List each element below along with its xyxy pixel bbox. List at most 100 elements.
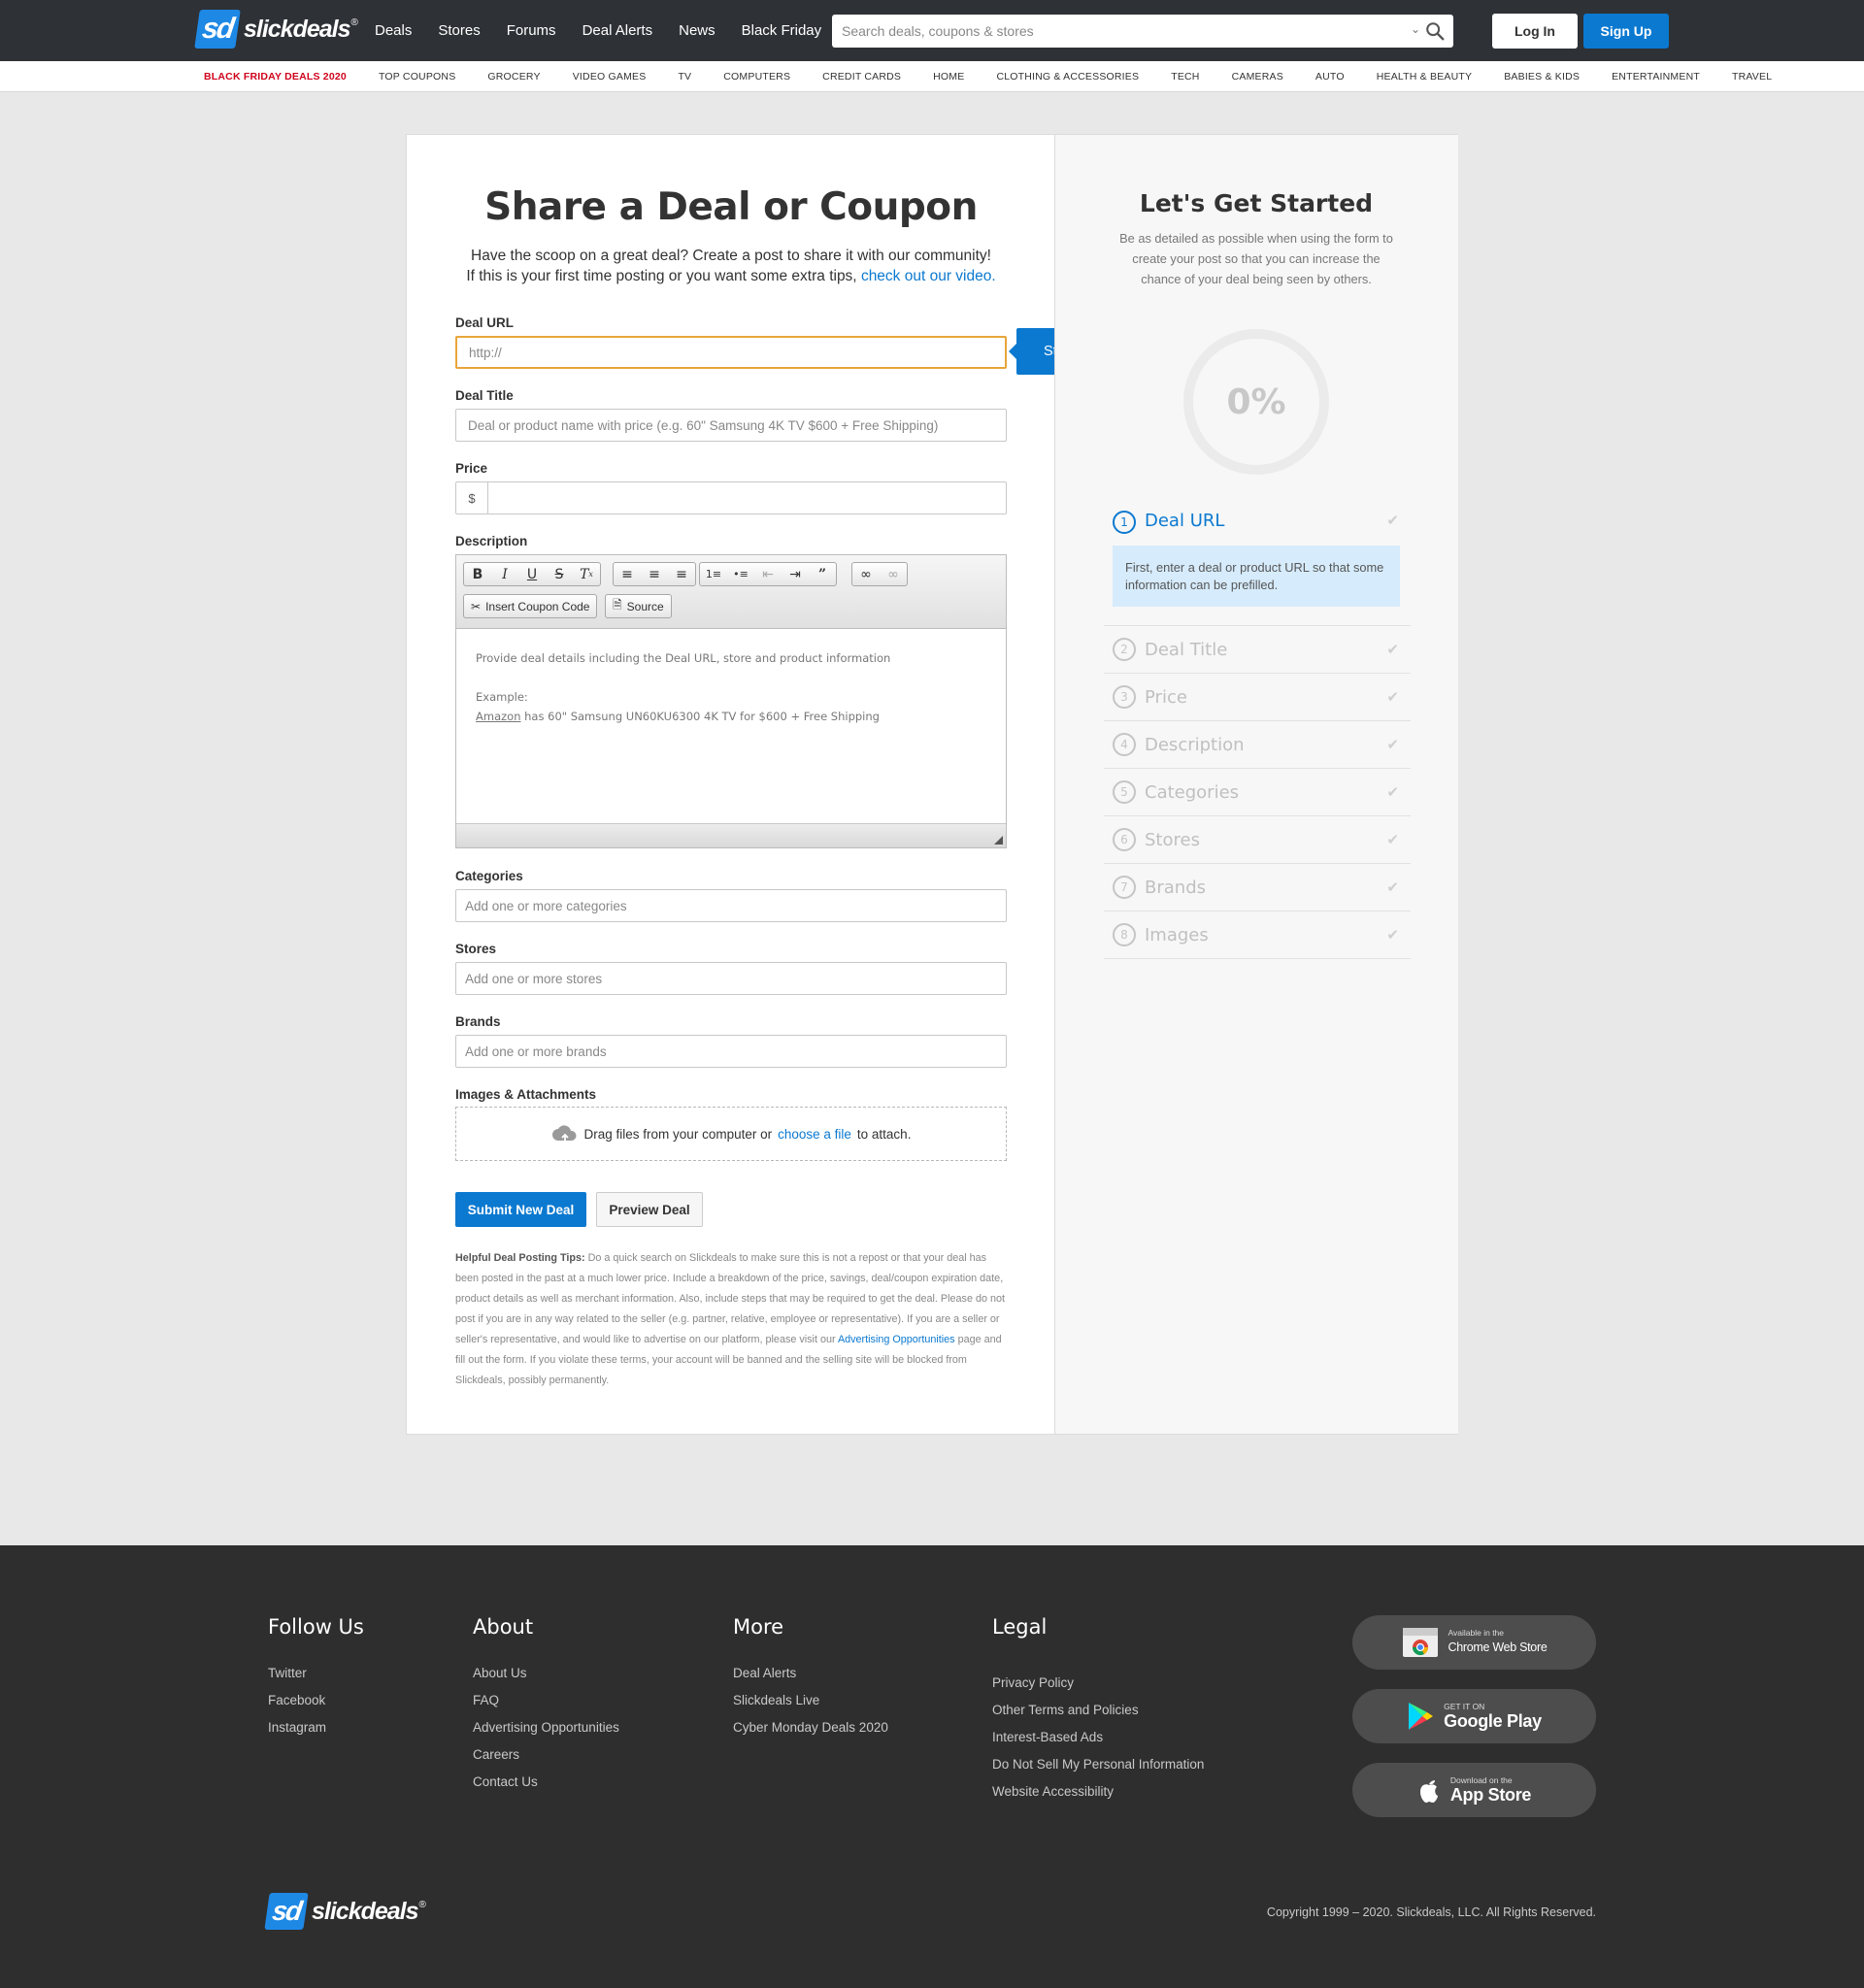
blockquote-icon[interactable]: ” bbox=[809, 563, 836, 585]
subnav-black-friday-deals[interactable]: Black Friday Deals 2020 bbox=[204, 71, 347, 83]
submit-deal-button[interactable]: Submit New Deal bbox=[455, 1192, 586, 1227]
subnav-home[interactable]: Home bbox=[933, 71, 964, 83]
google-play-icon bbox=[1409, 1703, 1434, 1730]
video-link[interactable]: check out our video. bbox=[861, 268, 996, 284]
brands-input[interactable] bbox=[455, 1035, 1007, 1068]
step-deal-title[interactable]: 2 Deal Title ✔ bbox=[1104, 626, 1411, 674]
footer-facebook-link[interactable]: Facebook bbox=[268, 1687, 326, 1714]
category-nav-items: Black Friday Deals 2020 Top Coupons Groc… bbox=[204, 61, 1804, 92]
resize-handle[interactable] bbox=[994, 836, 1003, 845]
bullet-list-icon[interactable]: •≡ bbox=[727, 563, 754, 585]
search-icon[interactable] bbox=[1424, 20, 1446, 42]
search-input[interactable] bbox=[832, 15, 1376, 48]
advertising-link[interactable]: Advertising Opportunities bbox=[838, 1334, 955, 1345]
step-deal-url[interactable]: 1 Deal URL ✔ First, enter a deal or prod… bbox=[1104, 500, 1411, 626]
check-icon: ✔ bbox=[1386, 689, 1399, 706]
align-right-icon[interactable]: ≡ bbox=[668, 563, 695, 585]
insert-coupon-label: Insert Coupon Code bbox=[485, 599, 590, 613]
stores-input[interactable] bbox=[455, 962, 1007, 995]
indent-icon[interactable]: ⇥ bbox=[782, 563, 809, 585]
bold-icon[interactable]: B bbox=[464, 563, 491, 585]
cloud-upload-icon bbox=[551, 1125, 577, 1143]
underline-icon[interactable]: U bbox=[518, 563, 546, 585]
step-brands[interactable]: 7 Brands ✔ bbox=[1104, 864, 1411, 911]
login-button[interactable]: Log In bbox=[1492, 14, 1578, 49]
chevron-down-icon[interactable]: ⌄ bbox=[1411, 22, 1420, 36]
subnav-travel[interactable]: Travel bbox=[1732, 71, 1772, 83]
list-group: 1≡ •≡ ⇤ ⇥ ” bbox=[699, 562, 837, 586]
slickdeals-logo[interactable]: sd slickdeals ® bbox=[194, 9, 358, 50]
nav-forums[interactable]: Forums bbox=[507, 22, 556, 39]
footer-slickdeals-live-link[interactable]: Slickdeals Live bbox=[733, 1687, 888, 1714]
app-store-badge[interactable]: Download on the App Store bbox=[1352, 1763, 1596, 1817]
footer-privacy-link[interactable]: Privacy Policy bbox=[992, 1670, 1204, 1697]
footer-advertising-link[interactable]: Advertising Opportunities bbox=[473, 1714, 619, 1741]
subnav-tv[interactable]: TV bbox=[678, 71, 691, 83]
choose-file-link[interactable]: choose a file bbox=[778, 1127, 851, 1142]
subnav-video-games[interactable]: Video Games bbox=[573, 71, 647, 83]
footer-logo[interactable]: sd slickdeals ® bbox=[264, 1893, 426, 1930]
categories-input[interactable] bbox=[455, 889, 1007, 922]
chrome-store-badge[interactable]: Available in the Chrome Web Store bbox=[1352, 1615, 1596, 1670]
numbered-list-icon[interactable]: 1≡ bbox=[700, 563, 727, 585]
subnav-entertainment[interactable]: Entertainment bbox=[1612, 71, 1700, 83]
step-price[interactable]: 3 Price ✔ bbox=[1104, 674, 1411, 721]
subnav-tech[interactable]: Tech bbox=[1171, 71, 1199, 83]
footer-interest-ads-link[interactable]: Interest-Based Ads bbox=[992, 1724, 1204, 1751]
strikethrough-icon[interactable]: S bbox=[546, 563, 573, 585]
nav-black-friday[interactable]: Black Friday bbox=[742, 22, 822, 39]
italic-icon[interactable]: I bbox=[491, 563, 518, 585]
preview-deal-button[interactable]: Preview Deal bbox=[596, 1192, 703, 1227]
source-button[interactable]: 🗎 Source bbox=[605, 594, 672, 618]
nav-deals[interactable]: Deals bbox=[375, 22, 412, 39]
footer-accessibility-link[interactable]: Website Accessibility bbox=[992, 1778, 1204, 1806]
footer-twitter-link[interactable]: Twitter bbox=[268, 1660, 326, 1687]
step-stores[interactable]: 6 Stores ✔ bbox=[1104, 816, 1411, 864]
subnav-cameras[interactable]: Cameras bbox=[1232, 71, 1283, 83]
price-field[interactable]: $ bbox=[455, 481, 1007, 514]
subnav-top-coupons[interactable]: Top Coupons bbox=[379, 71, 455, 83]
subnav-grocery[interactable]: Grocery bbox=[487, 71, 540, 83]
clear-format-icon[interactable]: Tx bbox=[573, 563, 600, 585]
subnav-babies-kids[interactable]: Babies & Kids bbox=[1504, 71, 1580, 83]
subnav-credit-cards[interactable]: Credit Cards bbox=[822, 71, 901, 83]
subnav-auto[interactable]: Auto bbox=[1315, 71, 1345, 83]
insert-coupon-button[interactable]: ✂ Insert Coupon Code bbox=[463, 594, 598, 618]
footer-instagram-link[interactable]: Instagram bbox=[268, 1714, 326, 1741]
nav-news[interactable]: News bbox=[679, 22, 716, 39]
footer-follow-links: Twitter Facebook Instagram bbox=[268, 1660, 326, 1741]
copyright: Copyright 1999 – 2020. Slickdeals, LLC. … bbox=[1266, 1905, 1596, 1919]
step-images[interactable]: 8 Images ✔ bbox=[1104, 911, 1411, 959]
subnav-computers[interactable]: Computers bbox=[723, 71, 790, 83]
chrome-small: Available in the bbox=[1448, 1628, 1505, 1638]
align-group: ≡ ≡ ≡ bbox=[613, 562, 696, 586]
nav-deal-alerts[interactable]: Deal Alerts bbox=[582, 22, 653, 39]
footer-contact-link[interactable]: Contact Us bbox=[473, 1769, 619, 1796]
footer-terms-link[interactable]: Other Terms and Policies bbox=[992, 1697, 1204, 1724]
deal-url-label: Deal URL bbox=[455, 315, 515, 330]
apple-icon bbox=[1419, 1780, 1438, 1803]
align-left-icon[interactable]: ≡ bbox=[614, 563, 641, 585]
step-categories[interactable]: 5 Categories ✔ bbox=[1104, 769, 1411, 816]
footer-about-us-link[interactable]: About Us bbox=[473, 1660, 619, 1687]
description-editor[interactable]: B I U S Tx ≡ ≡ ≡ 1≡ •≡ ⇤ ⇥ ” ∞ ∞ ✂ Inser… bbox=[455, 554, 1007, 848]
file-dropzone[interactable]: Drag files from your computer or choose … bbox=[455, 1107, 1007, 1161]
nav-stores[interactable]: Stores bbox=[438, 22, 480, 39]
unlink-icon[interactable]: ∞ bbox=[880, 563, 907, 585]
signup-button[interactable]: Sign Up bbox=[1583, 14, 1669, 49]
footer-deal-alerts-link[interactable]: Deal Alerts bbox=[733, 1660, 888, 1687]
outdent-icon[interactable]: ⇤ bbox=[754, 563, 782, 585]
footer-careers-link[interactable]: Careers bbox=[473, 1741, 619, 1769]
align-center-icon[interactable]: ≡ bbox=[641, 563, 668, 585]
subnav-clothing[interactable]: Clothing & Accessories bbox=[996, 71, 1139, 83]
link-icon[interactable]: ∞ bbox=[852, 563, 880, 585]
deal-url-input[interactable] bbox=[455, 336, 1007, 369]
footer-faq-link[interactable]: FAQ bbox=[473, 1687, 619, 1714]
deal-title-input[interactable] bbox=[455, 409, 1007, 442]
google-play-badge[interactable]: GET IT ON Google Play bbox=[1352, 1689, 1596, 1743]
subnav-health-beauty[interactable]: Health & Beauty bbox=[1377, 71, 1473, 83]
step-description[interactable]: 4 Description ✔ bbox=[1104, 721, 1411, 769]
intro-line-2: If this is your first time posting or yo… bbox=[436, 266, 1026, 286]
footer-cyber-monday-link[interactable]: Cyber Monday Deals 2020 bbox=[733, 1714, 888, 1741]
footer-do-not-sell-link[interactable]: Do Not Sell My Personal Information bbox=[992, 1751, 1204, 1778]
